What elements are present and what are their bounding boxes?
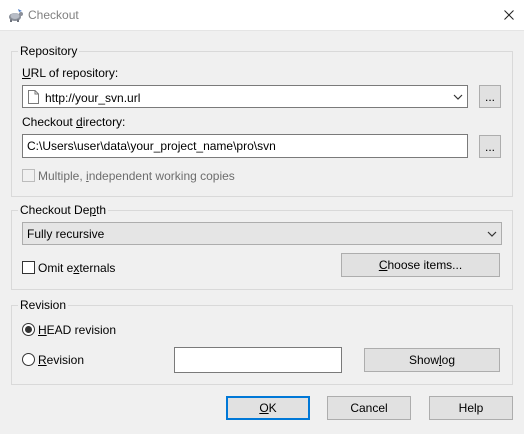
checkout-depth-group-title: Checkout Depth (18, 203, 109, 217)
checkout-directory-input[interactable]: C:\Users\user\data\your_project_name\pro… (22, 134, 468, 158)
help-button[interactable]: Help (429, 396, 513, 420)
omit-externals-label: Omit externals (38, 261, 116, 275)
omit-externals-checkbox[interactable] (22, 261, 35, 274)
depth-dropdown[interactable]: Fully recursive (22, 222, 502, 245)
chevron-down-icon (487, 231, 497, 237)
checkout-directory-value: C:\Users\user\data\your_project_name\pro… (27, 139, 276, 153)
checkout-directory-label: Checkout directory: (22, 115, 126, 129)
directory-browse-button[interactable]: ... (479, 135, 501, 158)
url-value: http://your_svn.url (45, 91, 141, 105)
multiple-working-copies-label: Multiple, independent working copies (38, 169, 235, 183)
url-combobox[interactable]: http://your_svn.url (22, 85, 468, 108)
show-log-button[interactable]: Show l og (364, 348, 500, 372)
revision-radio[interactable] (22, 353, 35, 366)
cancel-button[interactable]: Cancel (327, 396, 411, 420)
choose-items-button[interactable]: Choose items... (341, 253, 500, 277)
tortoise-app-icon (9, 9, 23, 22)
chevron-down-icon[interactable] (452, 92, 464, 102)
checkout-dialog: Checkout Repository URL of repository: h… (0, 0, 524, 434)
window-title: Checkout (28, 8, 79, 22)
multiple-working-copies-checkbox[interactable] (22, 169, 35, 182)
url-label: URL of repository: (22, 66, 119, 80)
close-icon (504, 10, 514, 20)
repository-group-title: Repository (18, 44, 80, 58)
revision-label: Revision (38, 353, 85, 367)
revision-group-title: Revision (18, 298, 69, 312)
document-icon (28, 90, 39, 104)
close-button[interactable] (494, 0, 524, 30)
ok-button[interactable]: OK (226, 396, 310, 420)
head-revision-radio[interactable] (22, 323, 35, 336)
url-browse-button[interactable]: ... (479, 85, 501, 108)
revision-number-input[interactable] (174, 347, 342, 373)
revision-group (11, 305, 513, 385)
title-bar: Checkout (0, 0, 524, 31)
depth-selected-value: Fully recursive (27, 227, 105, 241)
head-revision-label: HEAD revision (38, 323, 117, 337)
